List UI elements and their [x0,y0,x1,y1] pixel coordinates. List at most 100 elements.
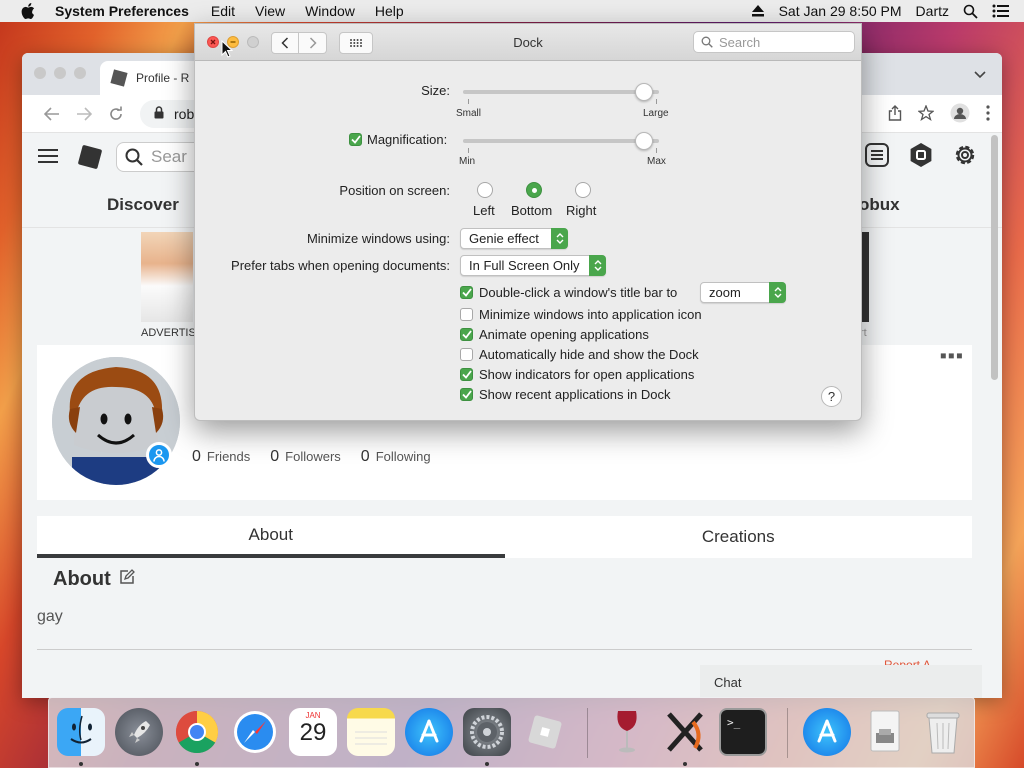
profile-icon[interactable] [950,103,970,126]
prefs-titlebar: Dock Search [195,24,861,61]
menu-app-name[interactable]: System Preferences [55,3,189,19]
app-store-icon[interactable] [405,708,453,756]
reload-icon[interactable] [100,106,132,122]
launchpad-icon[interactable] [115,708,163,756]
browser-scrollbar[interactable] [991,135,998,380]
magnification-slider-knob[interactable] [635,132,653,150]
app-store-recent-icon[interactable] [803,708,851,756]
nav-robux[interactable]: obux [859,195,900,215]
menu-user[interactable]: Dartz [916,3,949,19]
settings-gear-icon[interactable] [952,142,978,171]
about-text: gay [37,608,63,625]
show-recent-label: Show recent applications in Dock [479,387,671,402]
safari-icon[interactable] [231,708,279,756]
radio-left[interactable] [477,182,493,198]
friends-stat[interactable]: 0 Friends [192,448,250,466]
tab-search-chevron-icon[interactable] [974,67,986,82]
control-center-icon[interactable] [992,4,1010,18]
magnification-checkbox[interactable] [349,133,362,146]
back-arrow-icon[interactable] [36,106,68,121]
dock-preferences-window: Dock Search Size: Small Large Magnificat… [194,23,862,421]
edit-icon[interactable] [119,568,135,591]
size-tick-max [656,99,657,104]
radio-right-label: Right [566,203,597,218]
roblox-icon[interactable] [521,708,569,756]
prefs-search-placeholder: Search [719,34,761,50]
nav-discover[interactable]: Discover [107,195,179,215]
apple-menu-icon[interactable] [19,3,37,19]
double-click-checkbox[interactable] [460,286,473,299]
user-badge-icon [146,442,172,468]
browser-menu-icon[interactable] [986,104,990,124]
more-options-icon[interactable]: ▪▪▪ [940,345,964,368]
menu-bar: System Preferences Edit View Window Help… [0,0,1024,22]
browser-zoom-button[interactable] [74,67,86,79]
minimize-effect-popup[interactable]: Genie effect [460,228,568,249]
size-slider-knob[interactable] [635,83,653,101]
hamburger-menu-icon[interactable] [38,148,58,167]
bookmark-star-icon[interactable] [917,103,935,124]
minimize-into-icon-checkbox[interactable] [460,308,473,321]
divider [37,649,972,650]
mag-max-label: Max [647,156,666,167]
chat-bar[interactable]: Chat [700,665,982,698]
browser-close-button[interactable] [34,67,46,79]
spotlight-icon[interactable] [963,4,978,19]
help-button[interactable]: ? [821,386,842,407]
wine-icon[interactable] [603,708,651,756]
size-tick-min [468,99,469,104]
about-heading: About [53,568,135,591]
menu-help[interactable]: Help [375,3,404,19]
eject-icon[interactable] [751,5,765,17]
following-stat[interactable]: 0 Following [361,448,431,466]
double-click-label: Double-click a window's title bar to [479,285,678,300]
show-indicators-row: Show indicators for open applications [460,367,694,382]
catalog-list-icon[interactable] [864,142,890,171]
trash-icon[interactable] [919,708,967,756]
size-slider-track[interactable] [463,90,659,94]
checkmark-icon [461,330,472,339]
animate-opening-row: Animate opening applications [460,327,649,342]
size-label: Size: [421,83,450,98]
system-preferences-icon[interactable] [463,708,511,756]
terminal-icon[interactable]: >_ [719,708,767,756]
followers-stat[interactable]: 0 Followers [270,448,341,466]
chrome-icon[interactable] [173,708,221,756]
magnification-slider-track[interactable] [463,139,659,143]
menu-view[interactable]: View [255,3,285,19]
search-icon [701,36,713,48]
prefer-tabs-popup[interactable]: In Full Screen Only [460,255,606,276]
browser-minimize-button[interactable] [54,67,66,79]
show-indicators-checkbox[interactable] [460,368,473,381]
tab-creations[interactable]: Creations [505,516,973,558]
menu-edit[interactable]: Edit [211,3,235,19]
animate-opening-checkbox[interactable] [460,328,473,341]
forward-arrow-icon[interactable] [68,106,100,121]
profile-stats: 0 Friends 0 Followers 0 Following [192,448,431,466]
double-click-action-popup[interactable]: zoom [700,282,786,303]
downloads-stack-icon[interactable] [861,708,909,756]
radio-left-label: Left [473,203,495,218]
radio-bottom-label: Bottom [511,203,553,218]
radio-bottom[interactable] [526,182,542,198]
menu-window[interactable]: Window [305,3,355,19]
running-indicator [195,762,199,766]
calendar-icon[interactable]: JAN 29 [289,708,337,756]
robux-icon[interactable] [908,142,934,171]
checkmark-icon [461,370,472,379]
tab-about[interactable]: About [37,516,505,558]
roblox-logo-icon[interactable] [77,144,103,170]
profile-tabs: About Creations [37,516,972,558]
show-recent-checkbox[interactable] [460,388,473,401]
share-icon[interactable] [888,104,902,124]
radio-right[interactable] [575,182,591,198]
checkmark-icon [461,288,472,297]
finder-icon[interactable] [57,708,105,756]
checkmark-icon [461,390,472,399]
prefs-search-input[interactable]: Search [693,31,855,53]
x11-icon[interactable] [661,708,709,756]
menu-clock[interactable]: Sat Jan 29 8:50 PM [779,3,902,19]
autohide-checkbox[interactable] [460,348,473,361]
notes-icon[interactable] [347,708,395,756]
ad-image-left[interactable] [141,232,193,322]
